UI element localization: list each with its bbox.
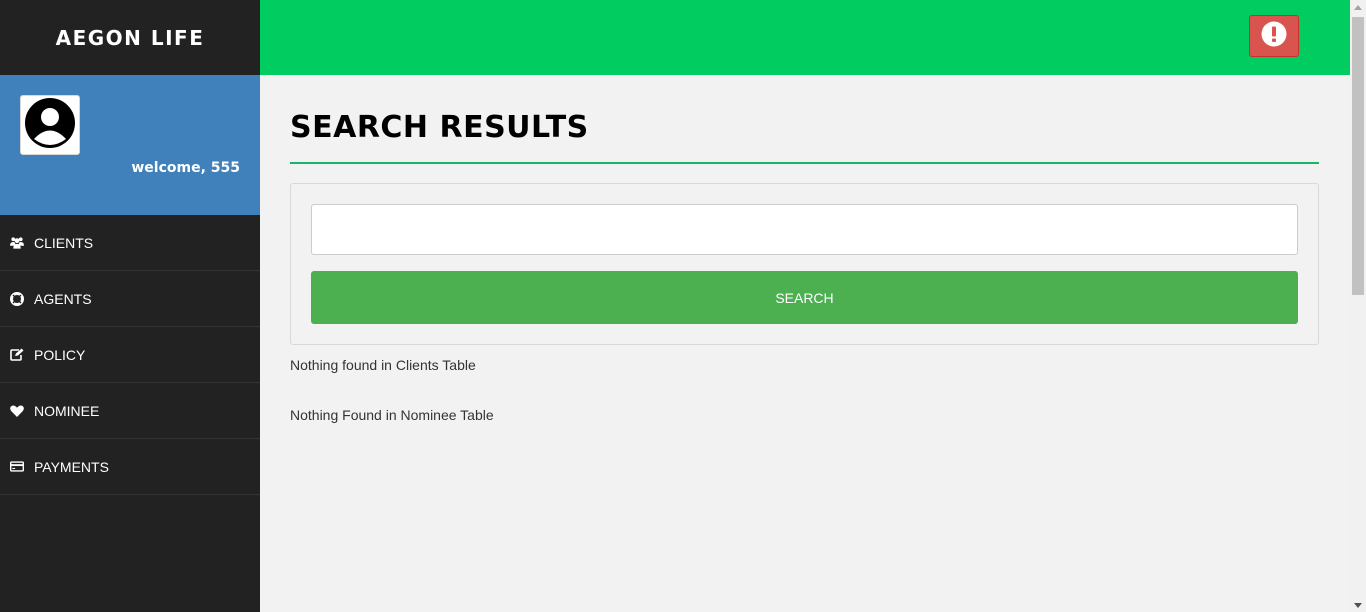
page-scrollbar[interactable] [1350, 0, 1366, 612]
search-button[interactable]: SEARCH [311, 271, 1298, 324]
welcome-text: welcome, 555 [131, 160, 240, 176]
heart-icon [10, 404, 24, 418]
sidebar-nav: CLIENTS AGENTS POLICY NOMINEE PAYMENTS [0, 215, 260, 495]
top-bar [260, 0, 1350, 75]
sidebar-item-label: PAYMENTS [34, 458, 109, 475]
clients-result-message: Nothing found in Clients Table [290, 357, 476, 373]
sidebar-item-policy[interactable]: POLICY [0, 327, 260, 383]
search-input[interactable] [311, 204, 1298, 255]
main-content: SEARCH RESULTS SEARCH Nothing found in C… [290, 75, 1319, 423]
exclamation-circle-icon [1261, 21, 1287, 52]
sidebar-item-label: CLIENTS [34, 234, 94, 251]
user-avatar-icon [25, 97, 75, 153]
scroll-down-arrow-icon[interactable] [1350, 598, 1366, 612]
title-divider [290, 162, 1319, 164]
avatar [20, 95, 80, 155]
brand-title: AEGON LIFE [55, 25, 205, 50]
nominee-result-message: Nothing Found in Nominee Table [290, 407, 494, 423]
users-icon [10, 236, 24, 250]
sidebar-item-label: AGENTS [34, 290, 92, 307]
alert-button[interactable] [1249, 15, 1299, 57]
sidebar-item-agents[interactable]: AGENTS [0, 271, 260, 327]
sidebar-item-payments[interactable]: PAYMENTS [0, 439, 260, 495]
credit-card-icon [10, 460, 24, 474]
edit-icon [10, 348, 24, 362]
life-ring-icon [10, 291, 24, 306]
page-title: SEARCH RESULTS [290, 110, 589, 145]
sidebar-item-nominee[interactable]: NOMINEE [0, 383, 260, 439]
scroll-up-arrow-icon[interactable] [1350, 0, 1366, 14]
profile-panel: welcome, 555 [0, 75, 260, 215]
scroll-thumb[interactable] [1352, 17, 1364, 295]
sidebar-item-label: NOMINEE [34, 402, 100, 419]
sidebar-item-label: POLICY [34, 346, 86, 363]
search-panel: SEARCH [290, 183, 1319, 345]
sidebar-item-clients[interactable]: CLIENTS [0, 215, 260, 271]
sidebar: AEGON LIFE welcome, 555 CLIENTS AGENTS P… [0, 0, 260, 612]
